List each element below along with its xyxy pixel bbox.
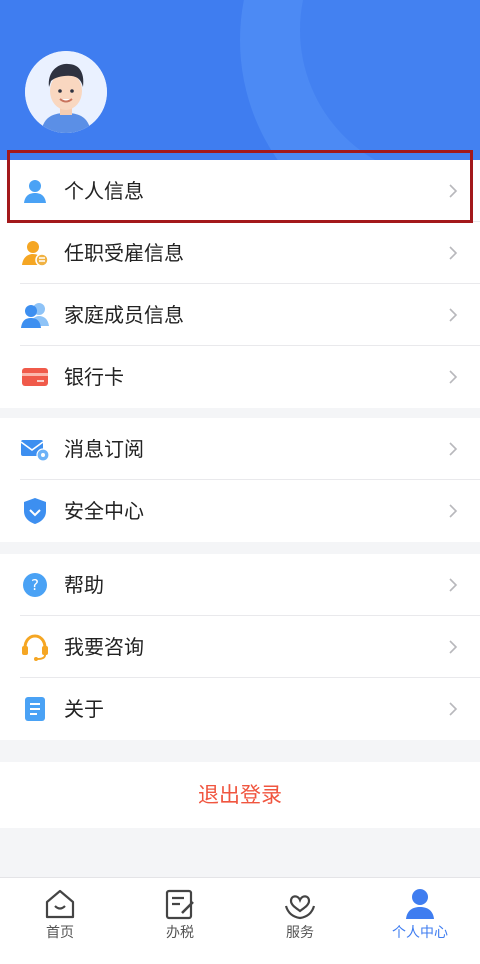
headset-icon (22, 634, 48, 661)
tab-label: 首页 (46, 925, 74, 941)
svg-text:?: ? (31, 576, 39, 594)
chevron-right-icon (449, 504, 458, 518)
menu-item-label: 任职受雇信息 (64, 241, 184, 265)
mail-icon (20, 440, 50, 462)
tab-tax[interactable]: 办税 (120, 878, 240, 964)
tax-form-icon (165, 889, 194, 920)
menu-item-family-info[interactable]: 家庭成员信息 (0, 284, 480, 346)
tab-label: 个人中心 (392, 925, 448, 941)
person-icon (24, 180, 46, 203)
bank-card-icon (22, 368, 48, 386)
document-icon (25, 697, 45, 721)
chevron-right-icon (449, 578, 458, 592)
menu-item-label: 我要咨询 (64, 635, 144, 659)
menu-item-label: 家庭成员信息 (64, 303, 184, 327)
tab-services[interactable]: 服务 (240, 878, 360, 964)
menu-item-about[interactable]: 关于 (0, 678, 480, 740)
chevron-right-icon (449, 702, 458, 716)
logout-button[interactable]: 退出登录 (0, 762, 480, 828)
chevron-right-icon (449, 246, 458, 260)
menu-item-personal-info[interactable]: 个人信息 (0, 160, 480, 222)
chevron-right-icon (449, 370, 458, 384)
menu-item-help[interactable]: ? 帮助 (0, 554, 480, 616)
tab-home[interactable]: 首页 (0, 878, 120, 964)
menu-item-employment-info[interactable]: 任职受雇信息 (0, 222, 480, 284)
chevron-right-icon (449, 308, 458, 322)
avatar[interactable] (25, 51, 107, 133)
chevron-right-icon (449, 640, 458, 654)
bottom-tab-bar: 首页 办税 服务 个人中心 (0, 877, 480, 964)
avatar-icon (25, 51, 107, 133)
chevron-right-icon (449, 442, 458, 456)
menu-item-consult[interactable]: 我要咨询 (0, 616, 480, 678)
profile-header (0, 0, 480, 160)
heart-hands-icon (284, 895, 316, 920)
menu-item-label: 关于 (64, 697, 104, 721)
employment-icon (22, 241, 49, 267)
menu-item-label: 帮助 (64, 573, 104, 597)
menu-item-label: 个人信息 (64, 179, 144, 203)
menu-item-label: 消息订阅 (64, 437, 144, 461)
profile-page: 个人信息 任职受雇信息 家庭成员信息 银行卡 消息订阅 安全中心 ? 帮助 我要… (0, 0, 480, 964)
home-icon (45, 889, 75, 919)
menu-item-bank-card[interactable]: 银行卡 (0, 346, 480, 408)
menu-group-support: ? 帮助 我要咨询 关于 (0, 554, 480, 740)
menu-item-label: 银行卡 (64, 365, 124, 389)
tab-label: 服务 (286, 925, 314, 941)
user-center-icon (406, 889, 434, 919)
menu-group-account: 个人信息 任职受雇信息 家庭成员信息 银行卡 (0, 160, 480, 408)
help-icon: ? (23, 573, 47, 597)
shield-icon (24, 498, 46, 524)
tab-label: 办税 (166, 925, 194, 941)
menu-item-security-center[interactable]: 安全中心 (0, 480, 480, 542)
menu-item-label: 安全中心 (64, 499, 144, 523)
chevron-right-icon (449, 184, 458, 198)
menu-item-message-subscription[interactable]: 消息订阅 (0, 418, 480, 480)
tab-profile[interactable]: 个人中心 (360, 878, 480, 964)
family-icon (21, 303, 49, 328)
menu-group-settings: 消息订阅 安全中心 (0, 418, 480, 542)
